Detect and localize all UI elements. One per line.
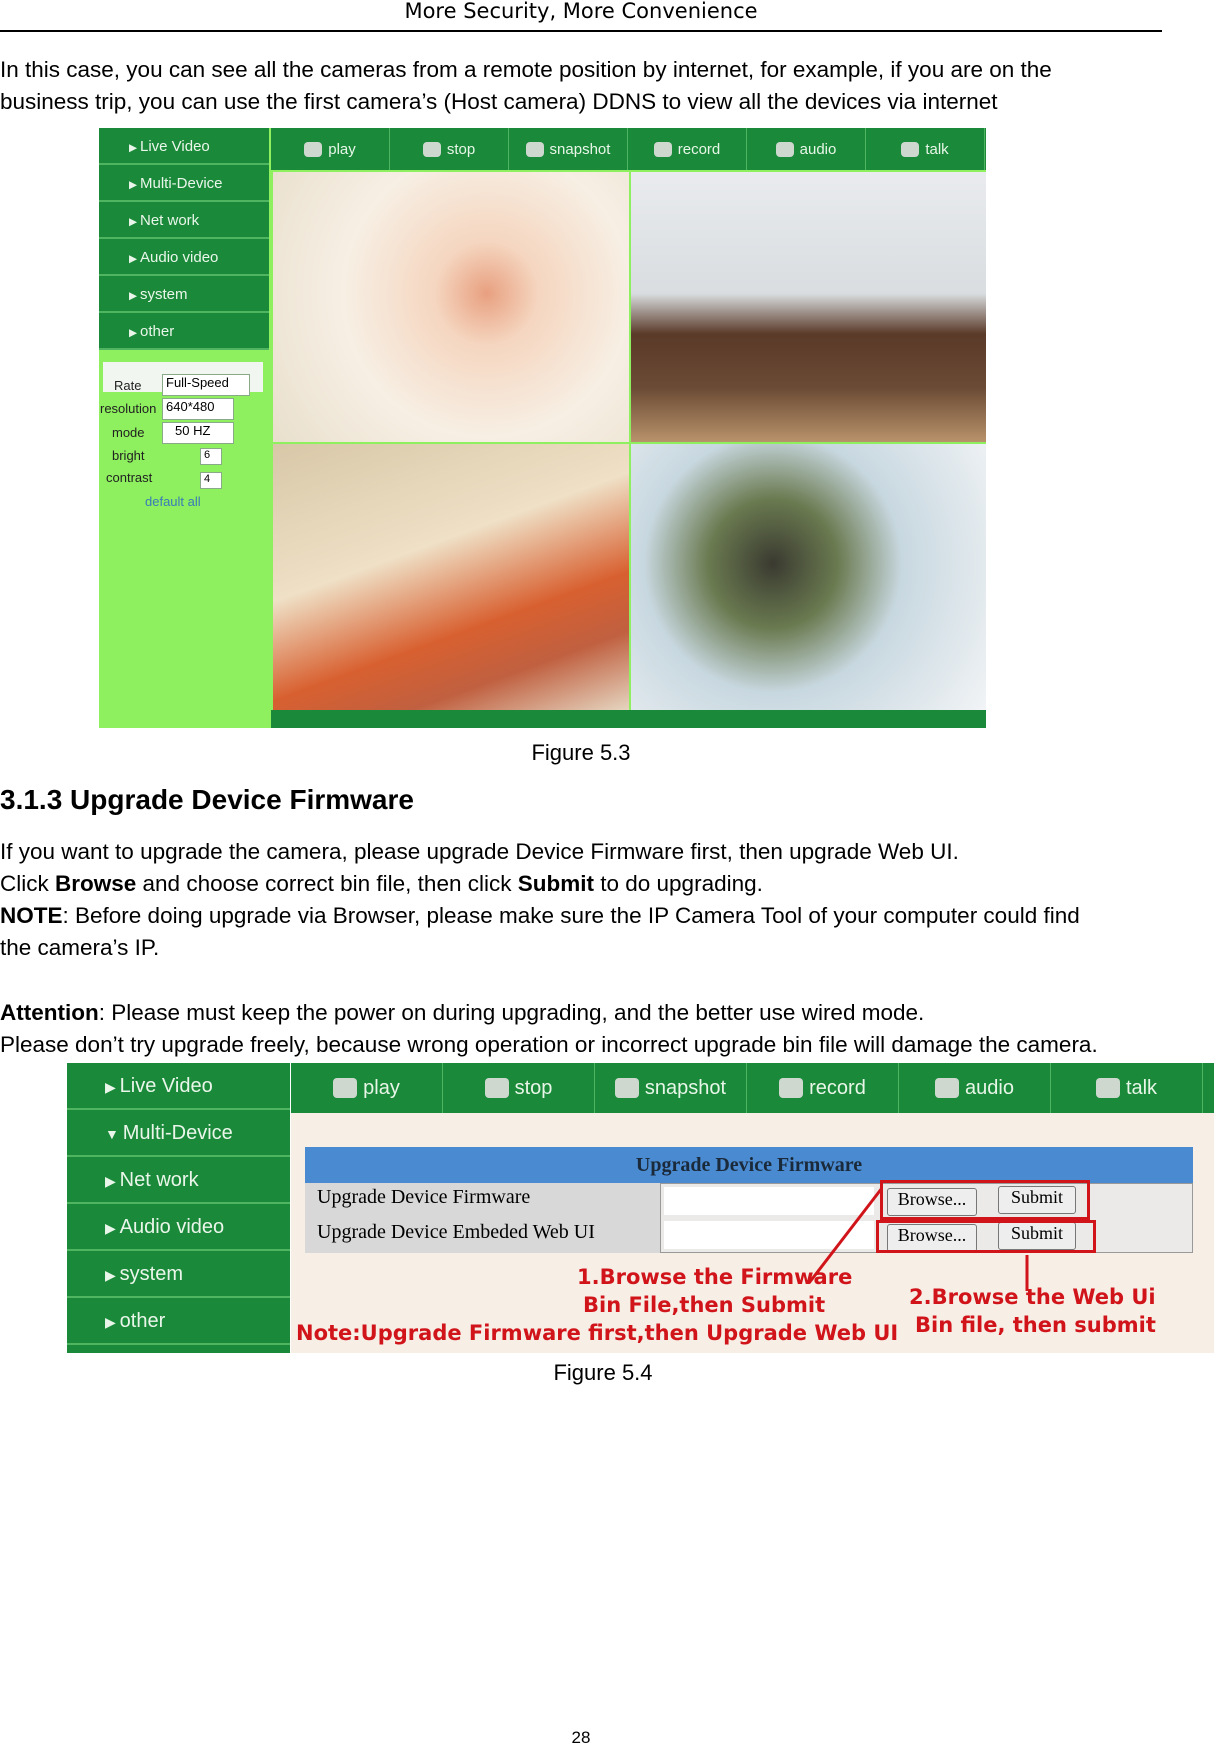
paragraph-1: If you want to upgrade the camera, pleas…: [0, 839, 959, 864]
rate-select[interactable]: Full-Speed: [162, 374, 250, 396]
toolbar-label: record: [677, 140, 721, 158]
page-header: More Security, More Convenience: [404, 0, 758, 23]
camera-view-1[interactable]: [273, 172, 629, 442]
paragraph-5: Please don’t try upgrade freely, because…: [0, 1032, 1098, 1057]
toolbar-label: talk: [925, 140, 949, 158]
triangle-right-icon: ▶: [129, 253, 140, 265]
figure-5-4: ▶ Live Video ▼ Multi-Device ▶ Net work ▶ Au…: [67, 1063, 1214, 1353]
page-number: 28: [571, 1728, 591, 1747]
figure-5-3-caption: Figure 5.3: [531, 740, 631, 765]
menu-item-multi-device[interactable]: ▶ Multi-Device: [99, 165, 269, 202]
record-icon: [653, 141, 672, 157]
toolbar-label: audio: [799, 140, 837, 158]
stop-button[interactable]: stop: [390, 128, 509, 170]
menu-item-label: other: [140, 323, 175, 340]
menu-item-label: Net work: [140, 212, 200, 229]
annotation-1: 1.Browse the Firmware Bin File,then Submi…: [577, 1265, 853, 1317]
triangle-right-icon: ▶: [129, 290, 140, 302]
figure-5-4-caption: Figure 5.4: [553, 1360, 653, 1385]
rate-label: Rate: [114, 378, 142, 393]
camera-view-4[interactable]: [631, 444, 986, 710]
menu-item-label: Audio video: [140, 249, 219, 266]
menu-item-system[interactable]: ▶ system: [99, 276, 269, 313]
channel-bar: [271, 710, 986, 728]
snapshot-button[interactable]: snapshot: [509, 128, 628, 170]
audio-button[interactable]: audio: [747, 128, 866, 170]
play-icon: [304, 141, 323, 157]
triangle-right-icon: ▶: [129, 142, 140, 154]
record-button[interactable]: record: [628, 128, 747, 170]
menu-item-live-video[interactable]: ▶ Live Video: [99, 128, 269, 165]
header-divider: [0, 30, 1162, 32]
menu-item-label: system: [140, 286, 188, 303]
paragraph-4: Attention: Please must keep the power on…: [0, 1000, 925, 1025]
section-heading: 3.1.3 Upgrade Device Firmware: [0, 784, 414, 815]
menu-item-other[interactable]: ▶ other: [99, 313, 269, 350]
upgrade-note: Note:Upgrade Firmware first,then Upgrade…: [296, 1321, 899, 1345]
paragraph-3: NOTE: Before doing upgrade via Browser, …: [0, 903, 1080, 928]
audio-icon: [775, 141, 794, 157]
paragraph-3-cont: the camera’s IP.: [0, 935, 160, 960]
toolbar-label: play: [328, 140, 356, 158]
toolbar: play stop snapshot record audio talk: [271, 128, 986, 170]
triangle-right-icon: ▶: [129, 179, 140, 191]
default-all-link[interactable]: default all: [145, 494, 201, 509]
menu-item-label: Live Video: [140, 138, 210, 155]
mode-label: mode: [112, 425, 145, 440]
figure-5-3: ▶ Live Video ▶ Multi-Device ▶ Net work ▶ Au…: [99, 128, 986, 728]
play-button[interactable]: play: [271, 128, 390, 170]
snapshot-icon: [525, 141, 544, 157]
mode-select[interactable]: 50 HZ: [162, 422, 234, 444]
triangle-right-icon: ▶: [129, 327, 140, 339]
toolbar-label: snapshot: [549, 140, 611, 158]
intro-line-1: In this case, you can see all the camera…: [0, 57, 1052, 82]
contrast-value: 4: [200, 472, 222, 489]
camera-view-3[interactable]: [273, 444, 629, 710]
menu-item-audio-video[interactable]: ▶ Audio video: [99, 239, 269, 276]
talk-icon: [901, 141, 920, 157]
stop-icon: [422, 141, 441, 157]
bright-value: 6: [200, 448, 222, 465]
triangle-right-icon: ▶: [129, 216, 140, 228]
menu-item-label: Multi-Device: [140, 175, 223, 192]
paragraph-2: Click Browse and choose correct bin file…: [0, 871, 763, 896]
contrast-label: contrast: [106, 470, 153, 485]
intro-line-2: business trip, you can use the first cam…: [0, 89, 998, 114]
resolution-label: resolution: [100, 401, 157, 416]
annotation-2: 2.Browse the Web Ui Bin file, then submit: [909, 1285, 1156, 1337]
bright-label: bright: [112, 448, 145, 463]
resolution-select[interactable]: 640*480: [162, 398, 234, 420]
menu-item-net-work[interactable]: ▶ Net work: [99, 202, 269, 239]
camera-view-2[interactable]: [631, 172, 986, 442]
toolbar-label: stop: [446, 140, 476, 158]
talk-button[interactable]: talk: [866, 128, 985, 170]
